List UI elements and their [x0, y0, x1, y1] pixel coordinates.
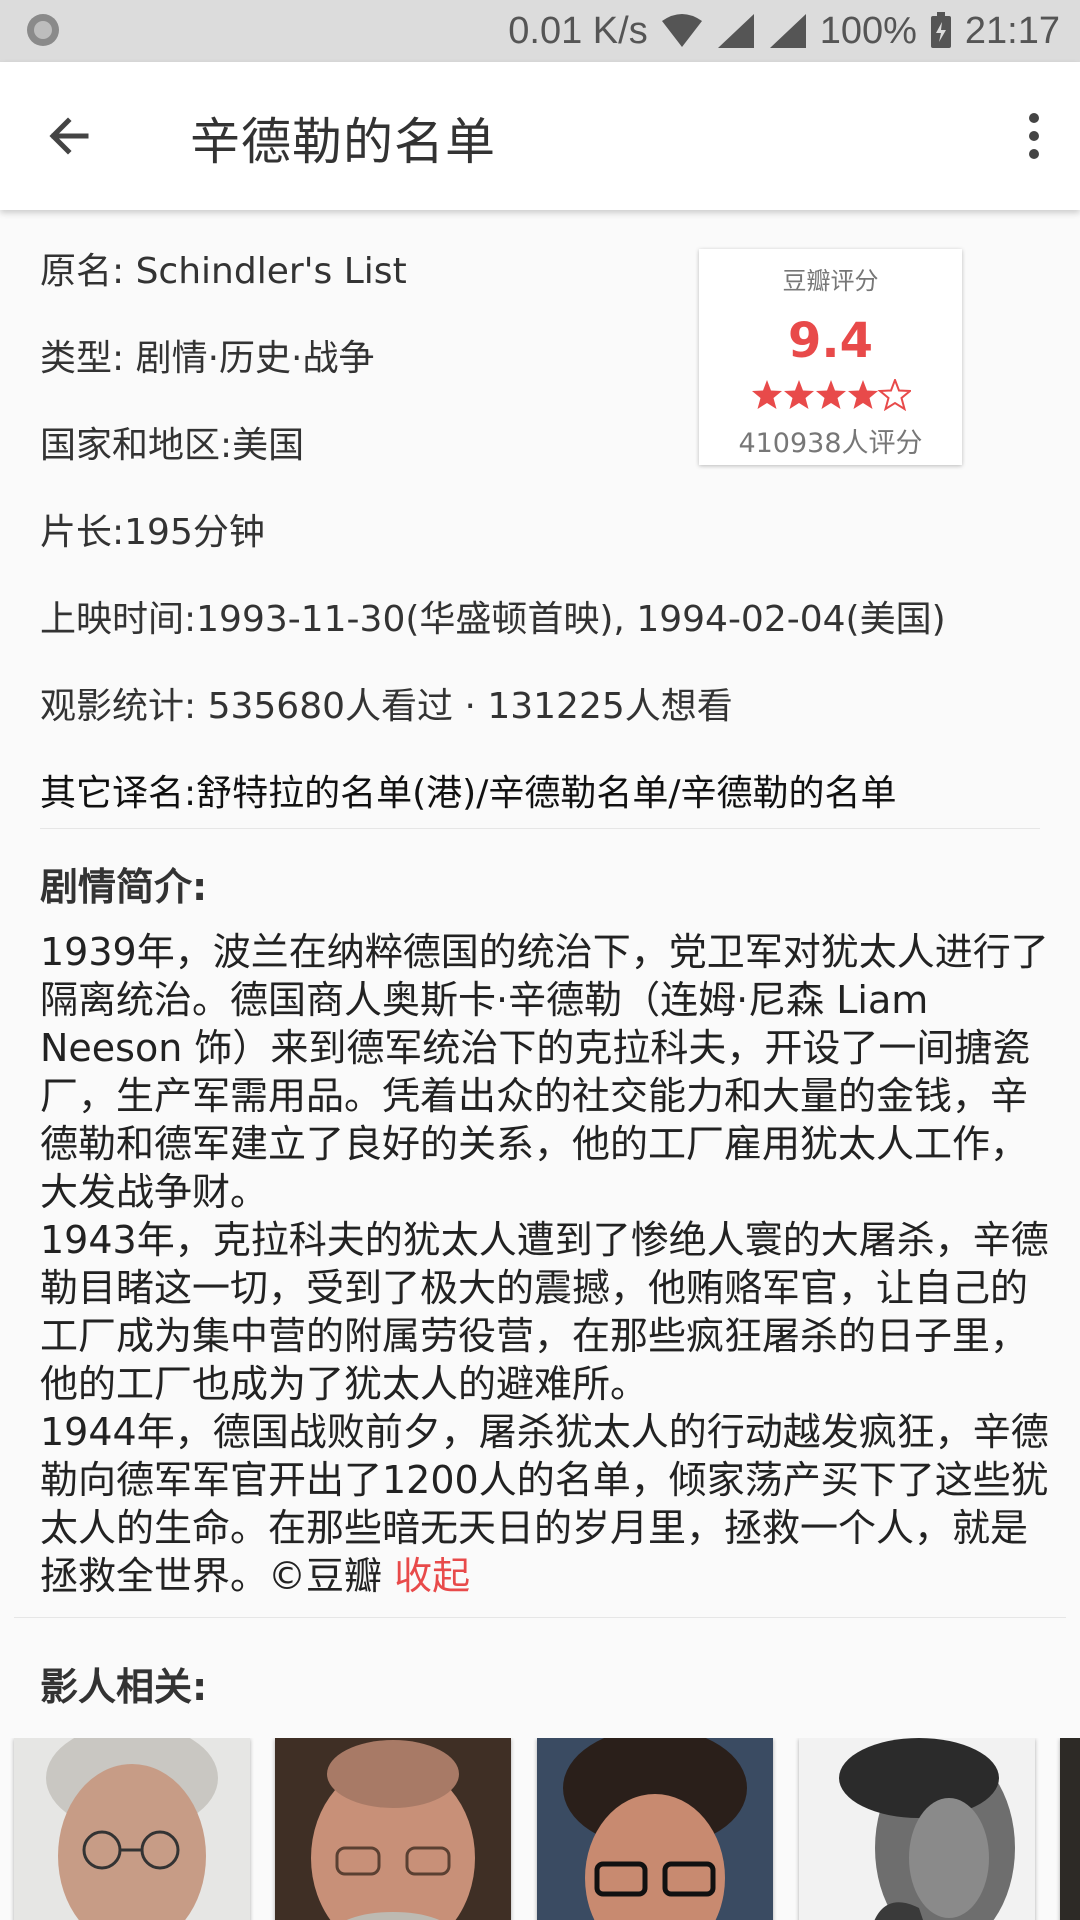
duration: 片长:195分钟	[40, 512, 265, 553]
people-title: 影人相关:	[40, 1665, 208, 1709]
person-photo[interactable]	[14, 1738, 250, 1920]
star-icon	[816, 380, 846, 409]
battery-percent: 100%	[819, 9, 917, 52]
status-bar: 0.01 K/s 100% 21:17	[0, 0, 1080, 62]
other-titles: 其它译名:舒特拉的名单(港)/辛德勒名单/辛德勒的名单	[40, 773, 897, 814]
rating-card[interactable]: 豆瓣评分 9.4 410938人评分	[699, 249, 962, 465]
release-date: 上映时间:1993-11-30(华盛顿首映), 1994-02-04(美国)	[40, 599, 946, 640]
battery-charging-icon	[930, 12, 951, 48]
synopsis-paragraph: 1943年，克拉科夫的犹太人遭到了惨绝人寰的大屠杀，辛德勒目睹这一切，受到了极大…	[40, 1218, 1049, 1406]
status-indicators: 0.01 K/s 100% 21:17	[508, 8, 1060, 54]
divider	[14, 1617, 1066, 1618]
signal-icon	[769, 14, 806, 48]
synopsis-title: 剧情简介:	[40, 865, 208, 909]
more-vert-icon[interactable]	[1014, 106, 1054, 166]
rating-count: 410938人评分	[738, 428, 923, 459]
divider	[40, 828, 1040, 829]
app-bar: 辛德勒的名单	[0, 62, 1080, 210]
collapse-link[interactable]: 收起	[394, 1554, 470, 1598]
arrow-back-icon[interactable]	[40, 106, 100, 166]
country: 国家和地区:美国	[40, 425, 305, 466]
star-half-icon	[879, 379, 911, 410]
rating-source: 豆瓣评分	[782, 267, 879, 295]
star-icon	[752, 380, 782, 409]
notification-icon	[27, 14, 59, 46]
clock: 21:17	[964, 9, 1060, 52]
rating-score: 9.4	[787, 313, 874, 369]
synopsis-text: 1939年，波兰在纳粹德国的统治下，党卫军对犹太人进行了隔离统治。德国商人奥斯卡…	[40, 928, 1050, 1600]
synopsis-paragraph-text: 1944年，德国战败前夕，屠杀犹太人的行动越发疯狂，辛德勒向德军军官开出了120…	[40, 1410, 1049, 1598]
synopsis-paragraph: 1944年，德国战败前夕，屠杀犹太人的行动越发疯狂，辛德勒向德军军官开出了120…	[40, 1408, 1050, 1600]
synopsis-paragraph: 1939年，波兰在纳粹德国的统治下，党卫军对犹太人进行了隔离统治。德国商人奥斯卡…	[40, 930, 1049, 1214]
original-name: 原名: Schindler's List	[40, 251, 407, 292]
signal-icon	[717, 14, 754, 48]
view-stats: 观影统计: 535680人看过 · 131225人想看	[40, 686, 733, 727]
net-speed: 0.01 K/s	[508, 9, 648, 52]
person-photo[interactable]	[1060, 1738, 1080, 1920]
person-photo[interactable]	[275, 1738, 511, 1920]
person-photo[interactable]	[537, 1738, 773, 1920]
genre: 类型: 剧情·历史·战争	[40, 338, 375, 379]
person-photo[interactable]	[799, 1738, 1035, 1920]
star-icon	[848, 380, 878, 409]
star-rating	[752, 379, 911, 410]
wifi-icon	[661, 14, 702, 47]
people-list	[0, 1738, 1080, 1920]
star-icon	[784, 380, 814, 409]
page-title: 辛德勒的名单	[190, 113, 496, 171]
